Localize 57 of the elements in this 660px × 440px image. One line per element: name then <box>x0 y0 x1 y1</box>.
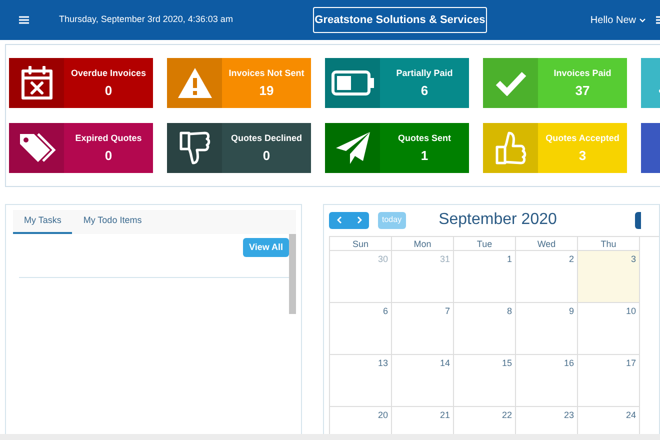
tile-label: Expired Quotes <box>75 134 142 143</box>
view-button[interactable] <box>635 212 641 228</box>
tile-count: 0 <box>104 149 112 162</box>
day-cell[interactable]: 13 <box>330 355 392 407</box>
tile-count: 6 <box>420 84 428 97</box>
chevron-right-icon <box>356 216 362 224</box>
calendar-title: September 2020 <box>438 210 557 230</box>
next-month-button[interactable] <box>349 212 369 228</box>
tile-label: Invoices Paid <box>554 69 612 78</box>
chevron-left-icon <box>336 216 342 224</box>
thumbs-up-icon <box>494 130 526 166</box>
tile-count: 0 <box>104 84 112 97</box>
tile-count: 0 <box>262 149 270 162</box>
menu-icon[interactable] <box>19 16 29 24</box>
tab[interactable]: My Tasks <box>13 210 72 234</box>
day-cell[interactable]: 10 <box>578 303 640 355</box>
day-cell[interactable]: 2 <box>516 251 578 303</box>
tile-label: Overdue Invoices <box>70 69 146 78</box>
company-name[interactable]: Greatstone Solutions & Services <box>312 7 487 33</box>
day-cell[interactable]: 16 <box>516 355 578 407</box>
day-cell[interactable]: 7 <box>392 303 454 355</box>
day-cell[interactable]: 8 <box>454 303 516 355</box>
tile-label: Partially Paid <box>396 69 453 78</box>
day-cell[interactable]: 6 <box>330 303 392 355</box>
paper-plane-icon <box>334 131 370 165</box>
stat-tile[interactable]: Expired Quotes 0 <box>9 123 153 173</box>
calendar-x-icon <box>20 66 52 100</box>
check-icon <box>494 70 526 96</box>
user-menu[interactable]: Hello New <box>590 12 646 28</box>
tile-count: 1 <box>420 149 428 162</box>
tile-label: Quotes Accepted <box>546 134 620 143</box>
day-cell[interactable]: 3 <box>578 251 640 303</box>
scrollbar[interactable] <box>289 234 296 314</box>
stat-tile[interactable]: Quotes Declined 0 <box>167 123 311 173</box>
day-cell[interactable]: 14 <box>392 355 454 407</box>
tile-label: Invoices Not Sent <box>228 69 304 78</box>
stat-tile[interactable]: Partially Paid 6 <box>325 58 469 108</box>
thumbs-down-icon <box>178 130 210 166</box>
chevron-icon <box>639 18 646 22</box>
day-cell[interactable]: 1 <box>454 251 516 303</box>
tile-label: Quotes Sent <box>398 134 451 143</box>
prev-month-button[interactable] <box>329 212 349 228</box>
battery-icon <box>330 70 374 96</box>
tile-label: Quotes Declined <box>230 134 302 143</box>
warning-icon <box>176 67 212 99</box>
tile-count: 19 <box>259 84 274 97</box>
tile-count: 37 <box>575 84 590 97</box>
tags-icon <box>18 131 56 165</box>
day-cell[interactable]: 15 <box>454 355 516 407</box>
day-cell[interactable]: 9 <box>516 303 578 355</box>
stat-tile[interactable]: Overdue Invoices 0 <box>9 58 153 108</box>
view-all-button[interactable]: View All <box>242 238 289 257</box>
day-cell[interactable]: 17 <box>578 355 640 407</box>
date-time: Thursday, September 3rd 2020, 4:36:03 am <box>59 13 233 26</box>
tab[interactable]: My Todo Items <box>72 210 153 234</box>
tile-count: 3 <box>578 149 586 162</box>
stat-tile[interactable]: Quotes Sent 1 <box>325 123 469 173</box>
